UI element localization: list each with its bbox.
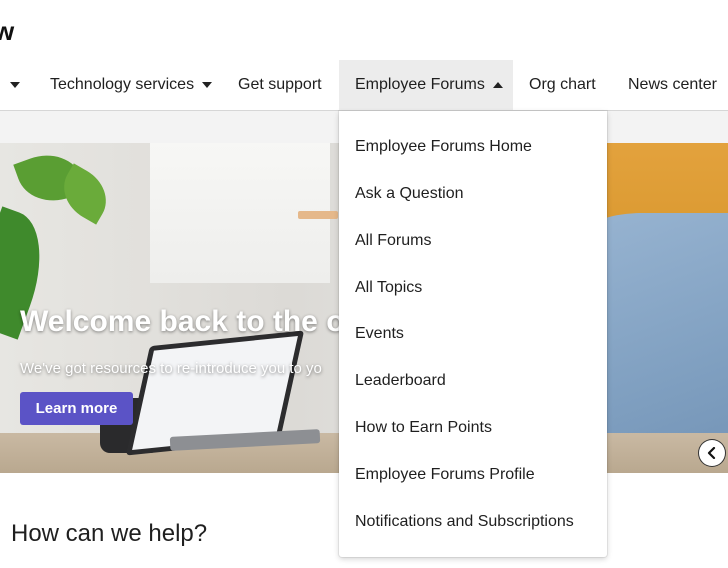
nav-previous-dropdown[interactable] [2, 60, 20, 110]
nav-org-chart[interactable]: Org chart [529, 60, 596, 110]
hero-title: Welcome back to the of [20, 305, 355, 338]
menu-item-events[interactable]: Events [355, 325, 404, 343]
menu-item-all-topics[interactable]: All Topics [355, 279, 422, 297]
logo[interactable]: w [0, 16, 14, 47]
caret-down-icon [10, 82, 20, 88]
caret-up-icon [492, 82, 503, 88]
help-heading: How can we help? [11, 520, 208, 547]
menu-item-leaderboard[interactable]: Leaderboard [355, 372, 446, 390]
employee-forums-dropdown: Employee Forums Home Ask a Question All … [339, 111, 607, 557]
hero-subtitle: We've got resources to re-introduce you … [20, 360, 322, 377]
menu-item-forums-home[interactable]: Employee Forums Home [355, 138, 532, 156]
nav-item-label: Employee Forums [355, 76, 485, 93]
chevron-left-icon [707, 447, 716, 459]
menu-item-earn-points[interactable]: How to Earn Points [355, 419, 492, 437]
carousel-prev-button[interactable] [699, 440, 725, 466]
caret-down-icon [202, 82, 213, 88]
nav-get-support[interactable]: Get support [238, 60, 322, 110]
nav-item-label: Org chart [529, 76, 596, 93]
nav-employee-forums[interactable]: Employee Forums [339, 60, 513, 110]
nav-item-label: Get support [238, 76, 322, 93]
nav-item-label: News center [628, 76, 717, 93]
menu-item-notifications[interactable]: Notifications and Subscriptions [355, 513, 574, 531]
learn-more-button[interactable]: Learn more [20, 392, 133, 425]
nav-technology-services[interactable]: Technology services [50, 60, 213, 110]
menu-item-forums-profile[interactable]: Employee Forums Profile [355, 466, 535, 484]
nav-news-center[interactable]: News center [628, 60, 717, 110]
hero-background-shelf [298, 211, 338, 219]
menu-item-ask-question[interactable]: Ask a Question [355, 185, 464, 203]
nav-item-label: Technology services [50, 76, 195, 93]
menu-item-all-forums[interactable]: All Forums [355, 232, 431, 250]
main-nav: Technology services Get support Employee… [0, 60, 728, 111]
